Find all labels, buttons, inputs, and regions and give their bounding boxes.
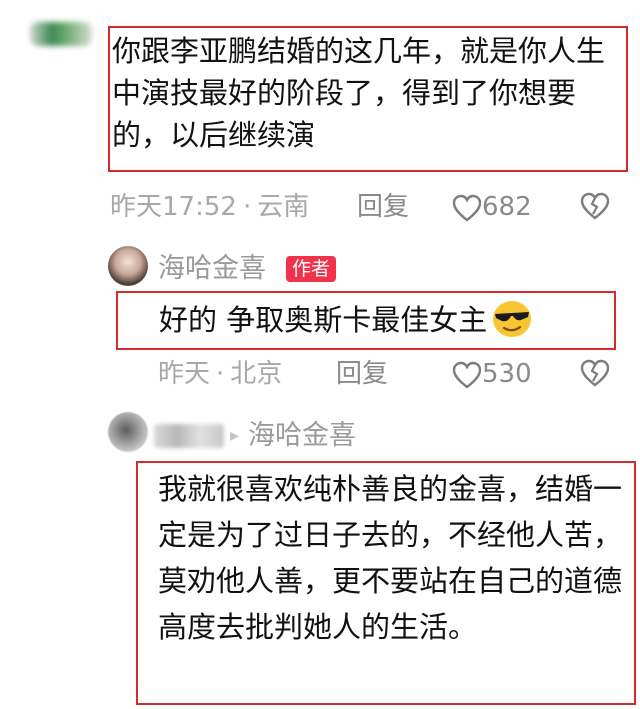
comment-text-content: 好的 争取奥斯卡最佳女主 xyxy=(159,303,488,337)
avatar[interactable] xyxy=(108,246,148,286)
meta-separator: · xyxy=(216,359,225,389)
reply-button[interactable]: 回复 xyxy=(357,190,409,224)
like-count: 682 xyxy=(482,192,532,222)
heart-icon xyxy=(452,361,482,389)
dislike-button[interactable] xyxy=(580,359,610,387)
author-badge: 作者 xyxy=(286,256,337,282)
reply-arrow-icon: ▸ xyxy=(230,425,240,446)
heart-icon xyxy=(452,194,482,222)
comment-text: 我就很喜欢纯朴善良的金喜，结婚一定是为了过日子去的，不经他人苦，莫劝他人善，更不… xyxy=(158,472,623,644)
comment-meta: 昨天17:52 · 云南 xyxy=(110,190,309,224)
comment-time: 昨天 xyxy=(158,359,211,389)
like-count: 530 xyxy=(482,359,532,389)
comment-meta: 昨天 · 北京 xyxy=(158,357,282,391)
like-button[interactable]: 682 xyxy=(452,190,532,224)
meta-separator: · xyxy=(242,192,252,222)
comment-time: 昨天17:52 xyxy=(110,192,237,222)
avatar[interactable] xyxy=(30,22,92,46)
avatar[interactable] xyxy=(108,412,148,452)
comment-location: 北京 xyxy=(230,359,283,389)
comment-location: 云南 xyxy=(257,192,310,222)
username[interactable] xyxy=(154,424,224,448)
username[interactable]: 海哈金喜 xyxy=(158,252,266,286)
like-button[interactable]: 530 xyxy=(452,357,532,391)
broken-heart-icon xyxy=(580,192,610,220)
reply-to-username[interactable]: 海哈金喜 xyxy=(248,419,356,453)
dislike-button[interactable] xyxy=(580,192,610,220)
comment-text: 好的 争取奥斯卡最佳女主 xyxy=(159,300,559,340)
broken-heart-icon xyxy=(580,359,610,387)
sunglasses-emoji-icon xyxy=(493,301,532,337)
reply-button[interactable]: 回复 xyxy=(336,357,388,391)
comment-text: 你跟李亚鹏结婚的这几年，就是你人生中演技最好的阶段了，得到了你想要的，以后继续演 xyxy=(112,34,606,152)
